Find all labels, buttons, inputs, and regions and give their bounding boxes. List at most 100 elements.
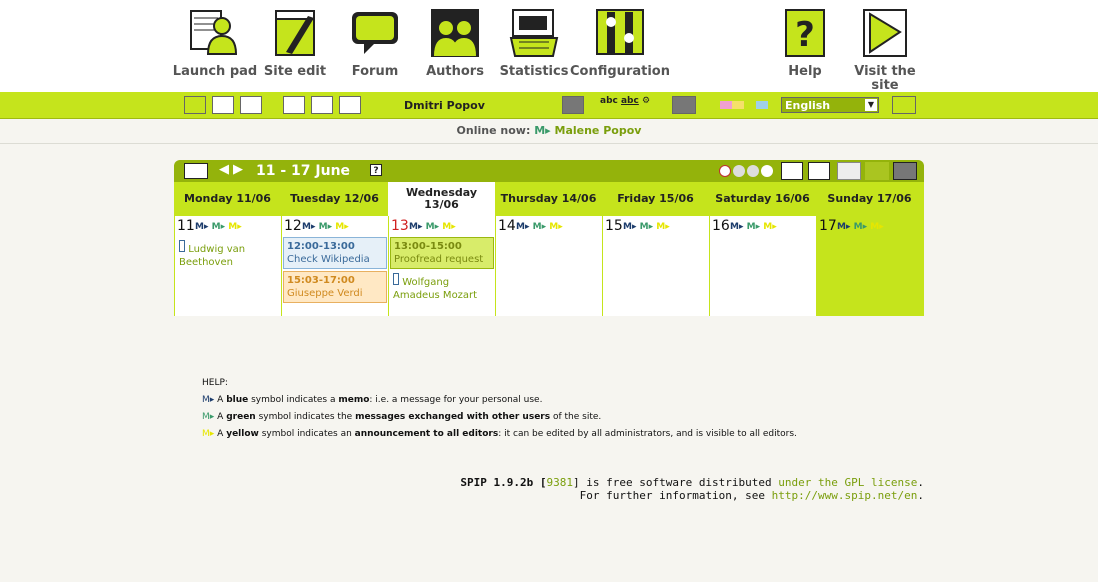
add-message-icons[interactable]: M▸ M▸ M▸ xyxy=(195,222,242,232)
prev-week-icon[interactable]: ◀ xyxy=(219,162,229,177)
language-select[interactable]: English ▼ xyxy=(781,97,879,113)
close-filter-icon[interactable] xyxy=(719,165,731,177)
nav-label: Site edit xyxy=(263,64,327,79)
day-name: Friday 15/06 xyxy=(617,192,694,205)
zoom-out-icon[interactable] xyxy=(781,162,803,180)
day-name: Thursday 14/06 xyxy=(500,192,597,205)
month-view-icon[interactable] xyxy=(893,162,917,180)
next-week-icon[interactable]: ▶ xyxy=(233,162,243,177)
revision-link[interactable]: 9381 xyxy=(546,476,573,489)
footer-text: . xyxy=(917,489,924,502)
add-message-icons[interactable]: M▸ M▸ M▸ xyxy=(516,222,563,232)
nav-label: Visit the xyxy=(854,64,916,79)
event-item[interactable]: Ludwig van Beethoven xyxy=(176,238,280,271)
event-item[interactable]: 12:00-13:00 Check Wikipedia xyxy=(283,237,387,269)
mail-icon[interactable] xyxy=(311,96,333,114)
event-item[interactable]: 15:03-17:00 Giuseppe Verdi xyxy=(283,271,387,303)
help-emphasis: green xyxy=(226,412,256,422)
filter-icon[interactable] xyxy=(761,165,773,177)
nav-label: Help xyxy=(788,64,822,79)
add-message-icons[interactable]: M▸ M▸ M▸ xyxy=(409,222,456,232)
footer-line-2: For further information, see http://www.… xyxy=(460,489,924,502)
help-blue: M▸ A blue symbol indicates a memo: i.e. … xyxy=(202,392,797,409)
help-text: symbol indicates the xyxy=(255,412,356,422)
day-cell[interactable]: 16 M▸ M▸ M▸ xyxy=(709,216,816,316)
event-item[interactable]: 13:00-15:00 Proofread request xyxy=(390,237,494,269)
help-emphasis: memo xyxy=(338,395,370,405)
current-user[interactable]: Dmitri Popov xyxy=(404,99,485,112)
display-icon[interactable] xyxy=(672,96,696,114)
top-navigation: Launch pad Site edit Forum Authors Stati… xyxy=(0,0,1098,93)
filter-icon[interactable] xyxy=(733,165,745,177)
day-cell[interactable]: 12 M▸ M▸ M▸ 12:00-13:00 Check Wikipedia … xyxy=(281,216,388,316)
help-text: : i.e. a message for your personal use. xyxy=(369,395,543,405)
zoom-in-icon[interactable] xyxy=(808,162,830,180)
add-message-icons[interactable]: M▸ M▸ M▸ xyxy=(730,222,777,232)
divider xyxy=(0,143,1098,144)
footer-text: ] is free software distributed xyxy=(572,476,779,489)
font-size-icon[interactable]: abc abc ⚙ xyxy=(600,96,650,106)
add-message-icons[interactable]: M▸ M▸ M▸ xyxy=(837,222,884,232)
nav-visit-site[interactable]: Visit the site xyxy=(840,8,930,93)
calendar-icon[interactable] xyxy=(184,96,206,114)
nav-forum[interactable]: Forum xyxy=(330,8,420,79)
color-palette[interactable] xyxy=(720,101,768,109)
help-emphasis: messages exchanged with other users xyxy=(355,412,551,422)
footer-text: For further information, see xyxy=(579,489,772,502)
event-time: 15:03-17:00 xyxy=(287,275,355,286)
footer: SPIP 1.9.2b [9381] is free software dist… xyxy=(460,476,924,502)
nav-configuration[interactable]: Configuration xyxy=(560,8,680,79)
event-title: Ludwig van Beethoven xyxy=(179,244,246,268)
spip-link[interactable]: http://www.spip.net/en xyxy=(772,489,918,502)
day-name: Wednesday 13/06 xyxy=(388,182,495,216)
eye-icon[interactable] xyxy=(339,96,361,114)
day-name: Monday 11/06 xyxy=(184,192,271,205)
authors-icon xyxy=(431,9,479,57)
nav-authors[interactable]: Authors xyxy=(410,8,500,79)
week-view-icon[interactable] xyxy=(837,162,861,180)
day-number: 16 xyxy=(712,218,730,234)
day-cell[interactable]: 11 M▸ M▸ M▸ Ludwig van Beethoven xyxy=(174,216,281,316)
event-item[interactable]: Wolfgang Amadeus Mozart xyxy=(390,271,494,304)
help-emphasis: blue xyxy=(226,395,249,405)
statistics-icon xyxy=(509,9,559,57)
calendar-icon[interactable] xyxy=(184,163,208,179)
configuration-icon xyxy=(596,9,644,55)
event-marker-icon xyxy=(179,240,185,252)
nav-help[interactable]: ? Help xyxy=(760,8,850,79)
online-user[interactable]: Malene Popov xyxy=(555,124,642,137)
visit-site-icon xyxy=(863,9,907,57)
help-icon: ? xyxy=(785,9,825,57)
event-title: Proofread request xyxy=(394,254,484,265)
expand-icon[interactable] xyxy=(892,96,916,114)
search-icon[interactable] xyxy=(240,96,262,114)
day-cell[interactable]: 17 M▸ M▸ M▸ xyxy=(816,216,923,316)
memo-icon: M▸ xyxy=(202,395,215,405)
day-cell[interactable]: 14 M▸ M▸ M▸ xyxy=(495,216,602,316)
day-cell[interactable]: 15 M▸ M▸ M▸ xyxy=(602,216,709,316)
screen-settings-icon[interactable] xyxy=(562,96,584,114)
message-icon: M▸ xyxy=(202,412,215,422)
day-name: Sunday 17/06 xyxy=(827,192,912,205)
help-icon[interactable]: ? xyxy=(370,164,382,176)
event-title: Giuseppe Verdi xyxy=(287,288,363,299)
help-text: : it can be edited by all administrators… xyxy=(498,429,797,439)
day-view-icon[interactable] xyxy=(865,162,889,180)
cursor-icon[interactable] xyxy=(212,96,234,114)
nav-label: site xyxy=(871,78,899,93)
help-green: M▸ A green symbol indicates the messages… xyxy=(202,409,797,426)
add-message-icons[interactable]: M▸ M▸ M▸ xyxy=(302,222,349,232)
gpl-link[interactable]: under the GPL license xyxy=(778,476,917,489)
add-message-icons[interactable]: M▸ M▸ M▸ xyxy=(623,222,670,232)
event-time: 12:00-13:00 xyxy=(287,241,355,252)
language-value: English xyxy=(785,99,831,112)
agenda-icon[interactable] xyxy=(283,96,305,114)
nav-site-edit[interactable]: Site edit xyxy=(250,8,340,79)
day-cell[interactable]: 13 M▸ M▸ M▸ 13:00-15:00 Proofread reques… xyxy=(388,216,495,316)
nav-launch-pad[interactable]: Launch pad xyxy=(170,8,260,79)
forum-icon xyxy=(352,12,398,54)
help-yellow: M▸ A yellow symbol indicates an announce… xyxy=(202,426,797,443)
filter-icon[interactable] xyxy=(747,165,759,177)
help-text: of the site. xyxy=(550,412,602,422)
help-text: A xyxy=(217,412,227,422)
